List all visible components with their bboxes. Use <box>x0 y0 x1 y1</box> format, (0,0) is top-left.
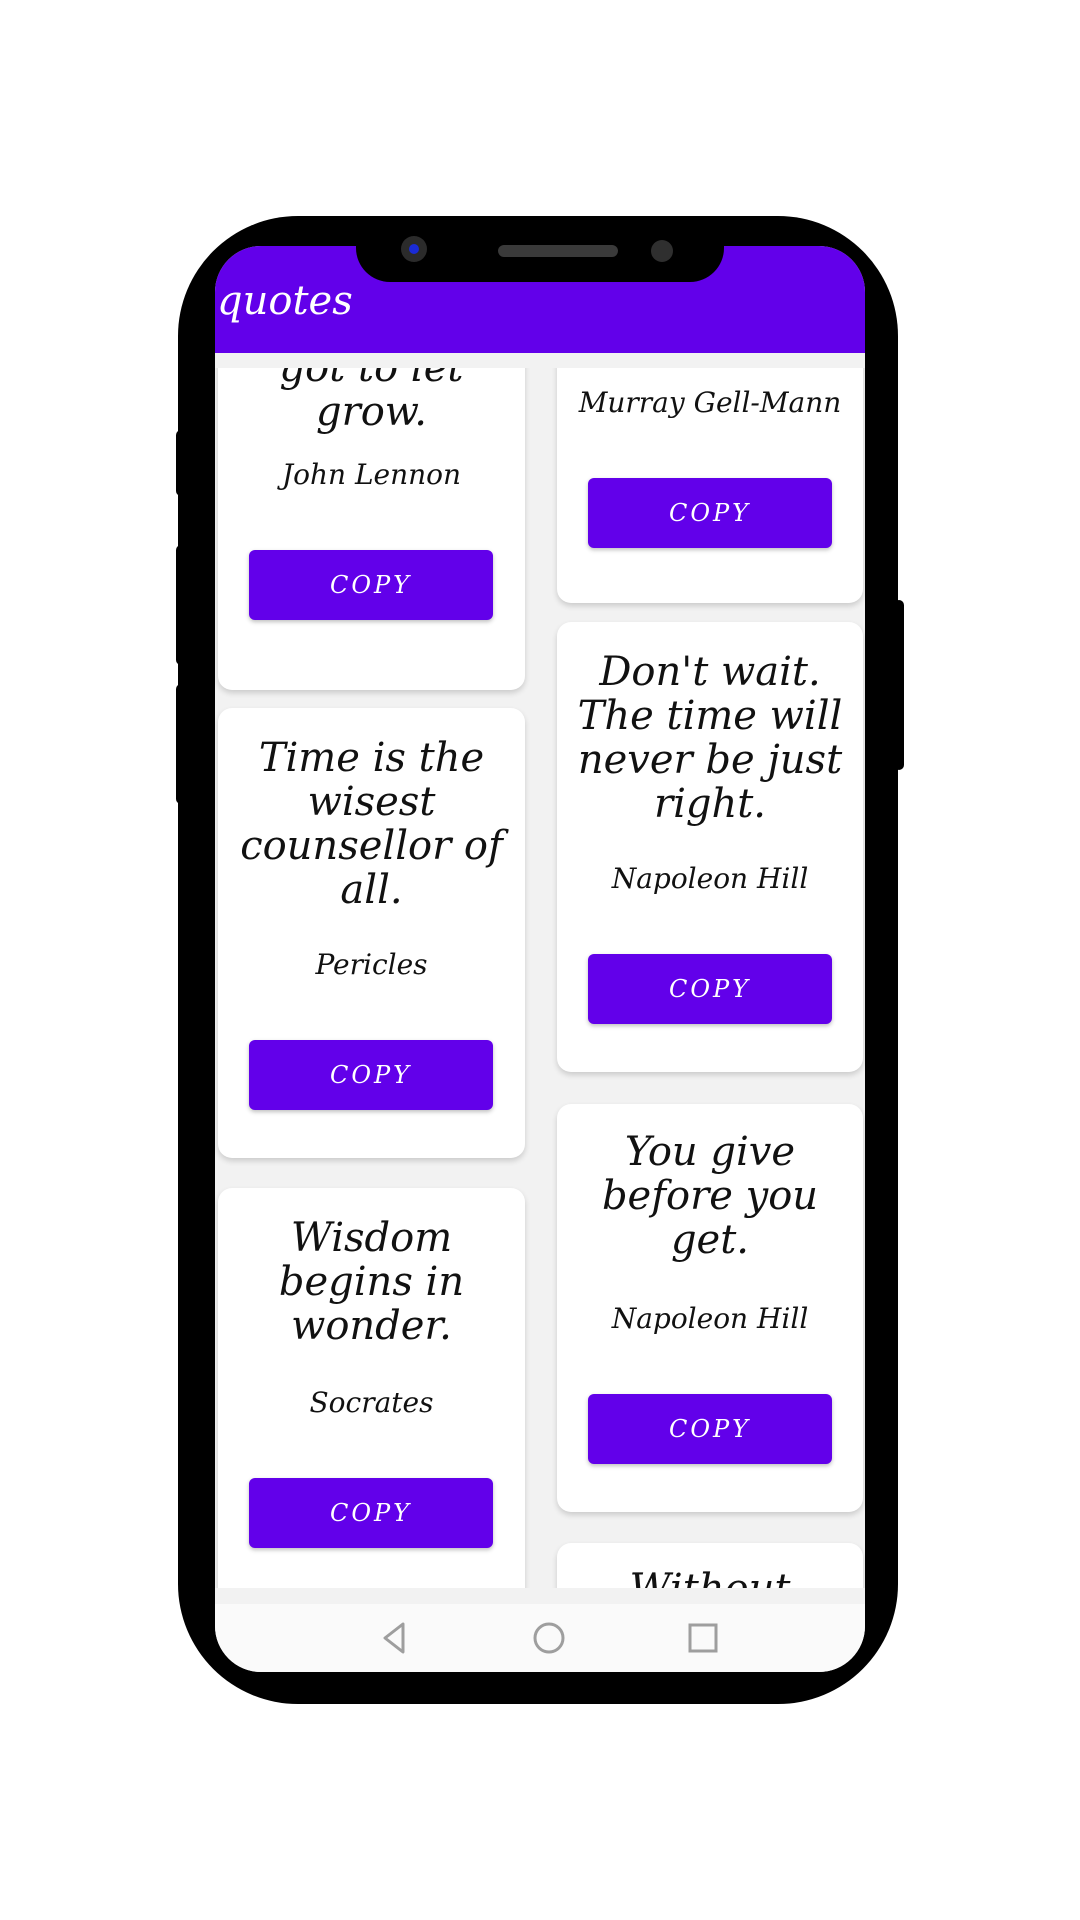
recents-icon[interactable] <box>683 1618 723 1658</box>
copy-button[interactable]: COPY <box>588 1394 832 1464</box>
quote-text: Without <box>557 1567 863 1588</box>
quote-card: Don't wait. The time will never be just … <box>557 622 863 1072</box>
quote-card: You give before you get. Napoleon Hill C… <box>557 1104 863 1512</box>
quote-text: Wisdom begins in wonder. <box>278 1215 465 1349</box>
quote-text: Time is the wisest counsellor of all. <box>240 735 503 913</box>
home-icon[interactable] <box>529 1618 569 1658</box>
phone-screen: quotes got to let grow. John Lennon COPY… <box>215 246 865 1672</box>
proximity-sensor <box>651 240 673 262</box>
quote-card: got to let grow. John Lennon COPY <box>218 368 525 690</box>
copy-button[interactable]: COPY <box>588 954 832 1024</box>
quote-card: Without <box>557 1543 863 1588</box>
quote-card: Wisdom begins in wonder. Socrates COPY <box>218 1188 525 1588</box>
quote-text: got to let grow. <box>279 368 464 435</box>
system-nav-bar <box>215 1604 865 1672</box>
quote-author: Pericles <box>315 948 428 981</box>
copy-button[interactable]: COPY <box>249 1478 493 1548</box>
back-icon[interactable] <box>375 1618 415 1658</box>
app-title: quotes <box>217 278 353 324</box>
quote-author: Murray Gell-Mann <box>578 386 842 419</box>
copy-button[interactable]: COPY <box>249 550 493 620</box>
quote-text: Don't wait. The time will never be just … <box>577 649 843 827</box>
front-camera <box>401 236 427 262</box>
quote-author: Napoleon Hill <box>611 862 809 895</box>
quote-author: John Lennon <box>281 458 462 491</box>
quote-author: Socrates <box>309 1386 434 1419</box>
quote-card: Murray Gell-Mann COPY <box>557 368 863 603</box>
copy-button[interactable]: COPY <box>249 1040 493 1110</box>
earpiece-speaker <box>498 245 618 257</box>
quote-author: Napoleon Hill <box>611 1302 809 1335</box>
quote-text: You give before you get. <box>601 1129 819 1263</box>
quotes-grid[interactable]: got to let grow. John Lennon COPY Time i… <box>215 368 865 1588</box>
quote-card: Time is the wisest counsellor of all. Pe… <box>218 708 525 1158</box>
copy-button[interactable]: COPY <box>588 478 832 548</box>
